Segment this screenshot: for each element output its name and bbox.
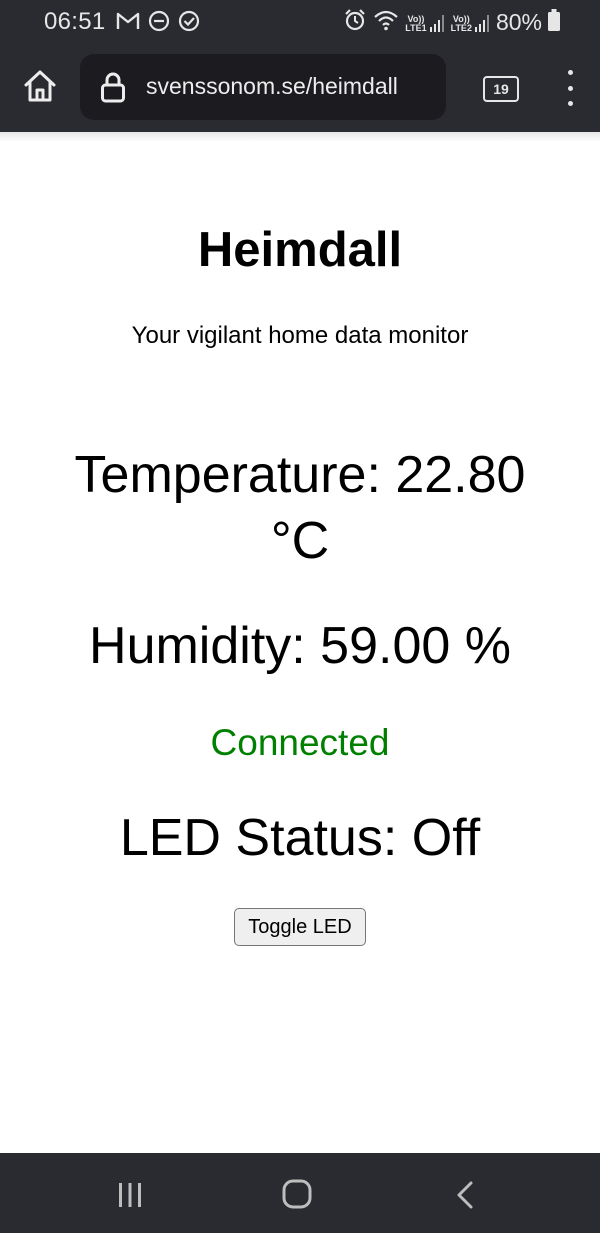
browser-toolbar: svenssonom.se/heimdall 19 <box>0 44 600 132</box>
signal-lte1-icon: Vo)) LTE1 <box>405 13 444 33</box>
menu-dot <box>567 85 573 91</box>
notification-icons <box>116 10 200 37</box>
page-title: Heimdall <box>197 223 403 277</box>
url-text[interactable]: svenssonom.se/heimdall <box>146 73 398 100</box>
status-time: 06:51 <box>44 8 106 35</box>
battery-icon <box>548 9 560 36</box>
sim2-lte-label: LTE2 <box>450 22 472 33</box>
humidity-reading: Humidity: 59.00 % <box>89 617 511 675</box>
do-not-disturb-icon <box>148 10 170 37</box>
lock-icon[interactable] <box>100 71 126 108</box>
sim1-lte-label: LTE1 <box>405 22 427 33</box>
gmail-icon <box>116 11 140 36</box>
phone-screen: 06:51 Vo)) LTE1 Vo)) LTE2 80% svenssonom… <box>0 0 600 1233</box>
battery-percentage: 80% <box>495 9 542 35</box>
connection-status: Connected <box>210 722 390 763</box>
recents-icon[interactable] <box>116 1181 144 1214</box>
browser-home-button[interactable] <box>18 68 62 108</box>
menu-dot <box>567 101 573 106</box>
temperature-reading: Temperature: 22.80 °C <box>74 446 526 570</box>
back-icon[interactable] <box>455 1180 475 1215</box>
page-subtitle: Your vigilant home data monitor <box>131 322 469 349</box>
system-icons: Vo)) LTE1 Vo)) LTE2 80% <box>343 8 560 37</box>
address-bar[interactable]: svenssonom.se/heimdall <box>80 54 446 120</box>
tabs-icon[interactable]: 19 <box>483 76 519 102</box>
wifi-icon <box>373 9 399 36</box>
home-icon <box>22 69 58 108</box>
toolbar-shadow <box>0 132 600 142</box>
signal-lte2-icon: Vo)) LTE2 <box>451 13 490 33</box>
menu-dot <box>567 70 573 75</box>
toggle-led-button[interactable]: Toggle LED <box>234 908 366 946</box>
navigation-bar <box>0 1153 600 1233</box>
home-circle-icon[interactable] <box>281 1178 313 1215</box>
check-circle-icon <box>178 10 200 37</box>
status-bar: 06:51 Vo)) LTE1 Vo)) LTE2 80% <box>0 0 600 44</box>
alarm-icon <box>343 8 367 37</box>
led-status: LED Status: Off <box>119 809 481 867</box>
menu-icon[interactable] <box>560 70 580 106</box>
